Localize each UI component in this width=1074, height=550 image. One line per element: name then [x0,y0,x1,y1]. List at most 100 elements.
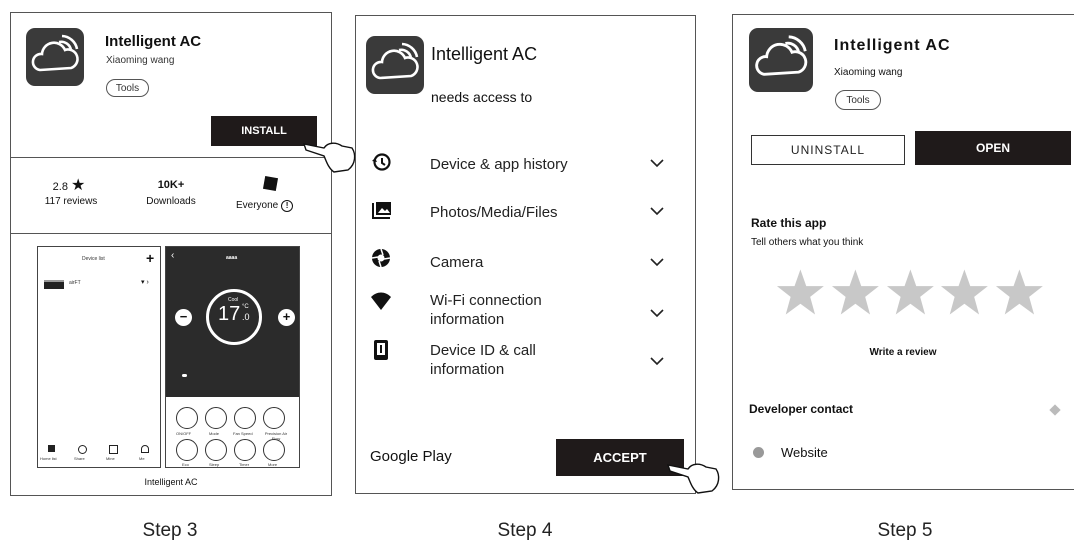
chevron-down-icon[interactable] [650,356,664,366]
btn-onoff-label: ON/OFF [176,431,192,436]
btn-timer-label: Timer [239,462,250,467]
screenshot-device-list: Device list + airFT ▾ › Home list Share … [37,246,161,468]
downloads-value: 10K+ [157,179,185,191]
btn-eco-label: Eco [182,462,189,467]
chevron-down-icon[interactable] [650,206,664,216]
developer-name[interactable]: Xiaoming wang [106,55,174,66]
share-icon [78,445,87,454]
permission-label: Device ID & call information [430,342,536,378]
website-link[interactable]: Website [781,445,828,460]
step3-panel: Intelligent AC Xiaoming wang Tools INSTA… [10,12,332,496]
open-button[interactable]: OPEN [915,131,1071,165]
timer-icon[interactable] [234,439,256,461]
home-icon [48,445,55,452]
expand-diamond-icon[interactable] [1049,404,1061,416]
chevron-down-icon[interactable] [650,158,664,168]
ac-screen-header: aaaa [226,255,238,261]
rating-stars[interactable] [775,265,1045,329]
app-title: Intelligent AC [105,33,202,50]
decrease-temp-button[interactable]: − [175,309,192,326]
store-name: Google Play [370,448,452,465]
tab-share: Share [74,456,85,461]
mode-icon[interactable] [205,407,227,429]
screenshot-caption: Intelligent AC [144,477,198,487]
camera-icon [371,248,391,268]
website-dot-icon [753,447,764,458]
permission-label: Camera [430,254,484,271]
wifi-icon: ▾ › [141,279,149,286]
reviews-count: 117 reviews [44,196,98,207]
tab-home: Home list [40,456,57,461]
mine-icon [109,445,118,454]
indicator-dot [182,374,187,377]
btn-mode-label: Mode [209,431,220,436]
rating-stat: 2.8 ★ [39,175,99,195]
fan-speed-icon[interactable] [234,407,256,429]
step-label: Step 5 [877,520,933,541]
category-tag[interactable]: Tools [835,90,881,110]
permission-label: Wi-Fi connection information [430,292,542,328]
chevron-down-icon[interactable] [650,308,664,318]
me-icon [141,445,149,453]
star-icon[interactable] [939,265,990,319]
wifi-icon [371,292,391,310]
air-flow-icon[interactable] [263,407,285,429]
category-tag[interactable]: Tools [106,79,149,97]
chevron-down-icon[interactable] [650,257,664,267]
app-icon [366,36,424,94]
device-name: airFT [69,280,81,286]
app-icon [749,28,813,92]
tab-mine: Mine [106,456,115,461]
star-icon[interactable] [830,265,881,319]
temperature-decimal: .0 [242,312,250,322]
btn-sleep-label: Sleep [209,462,220,467]
tab-me: Me [139,456,145,461]
temperature-unit: °C [242,304,249,310]
star-icon[interactable] [885,265,936,319]
device-list-header: Device list [82,256,105,262]
back-icon: ‹ [171,250,175,261]
temperature-value: 17 [218,303,241,325]
increase-temp-button[interactable]: + [278,309,295,326]
photo-icon [372,202,391,219]
content-rating-icon [262,175,279,192]
more-icon[interactable] [263,439,285,461]
step-label: Step 4 [497,520,553,541]
write-review-link[interactable]: Write a review [733,347,1073,358]
btn-fanspeed-label: Fan Speed [233,431,253,436]
permission-label: Device & app history [430,156,568,173]
uninstall-button[interactable]: UNINSTALL [751,135,905,165]
step5-panel: Intelligent AC Xiaoming wang Tools UNINS… [732,14,1074,490]
power-icon[interactable] [176,407,198,429]
phone-icon [374,340,388,360]
eco-icon[interactable] [176,439,198,461]
developer-name[interactable]: Xiaoming wang [834,67,902,78]
permission-label: Photos/Media/Files [430,204,558,221]
divider [11,157,331,159]
permission-row[interactable]: Device & app history [356,144,696,184]
device-thumbnail [44,280,64,289]
permission-row[interactable]: Wi-Fi connection information [356,286,696,334]
add-icon: + [146,250,155,266]
access-subtitle: needs access to [431,89,533,105]
rate-heading: Rate this app [751,216,827,230]
info-icon: ! [281,200,294,212]
app-icon [26,28,84,86]
step4-panel: Intelligent AC needs access to Device & … [355,15,696,494]
bottom-tabs: Home list Share Mine Me [38,443,162,467]
developer-contact[interactable]: Developer contact [749,402,853,416]
permission-row[interactable]: Device ID & call information [356,336,696,384]
btn-more-label: More [268,462,278,467]
app-title: Intelligent AC [431,44,538,64]
permission-row[interactable]: Photos/Media/Files [356,192,696,232]
permission-row[interactable]: Camera [356,241,696,281]
rating-value: 2.8 [52,181,68,193]
divider [11,233,331,235]
star-icon[interactable] [994,265,1045,319]
history-icon [372,153,391,171]
app-title: Intelligent AC [834,37,951,54]
sleep-icon[interactable] [205,439,227,461]
step-label: Step 3 [142,520,198,541]
star-icon: ★ [71,177,86,194]
star-icon[interactable] [775,265,826,319]
